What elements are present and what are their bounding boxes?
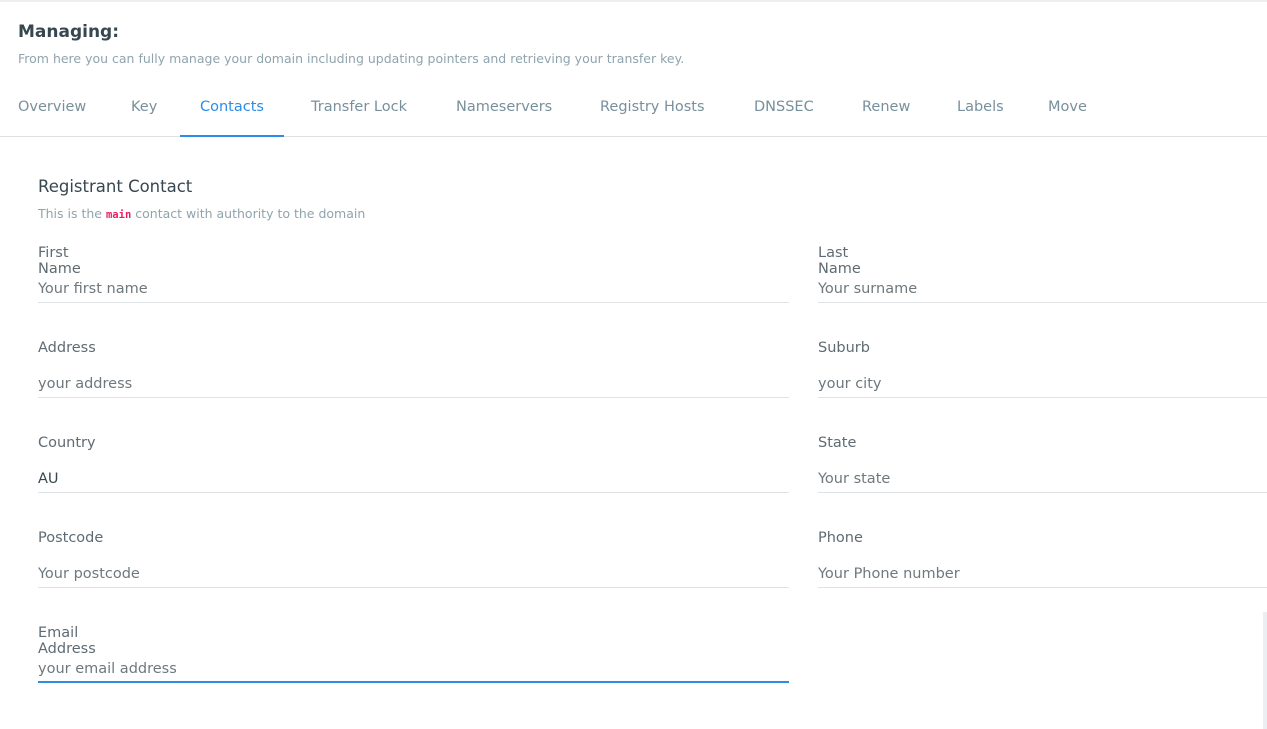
last-name-label: Last Name <box>818 245 861 277</box>
tab-nameservers[interactable]: Nameservers <box>456 86 552 136</box>
page-title: Managing: <box>18 22 120 42</box>
first-name-input[interactable] <box>38 276 789 303</box>
address-input[interactable] <box>38 371 789 398</box>
tab-dnssec[interactable]: DNSSEC <box>754 86 814 136</box>
phone-label: Phone <box>818 530 863 546</box>
state-label: State <box>818 435 857 451</box>
first-name-label: First Name <box>38 245 81 277</box>
section-subtitle-before: This is the <box>38 206 102 221</box>
last-name-input[interactable] <box>818 276 1267 303</box>
tab-bar: Overview Key Contacts Transfer Lock Name… <box>0 86 1267 137</box>
tab-labels[interactable]: Labels <box>957 86 1004 136</box>
postcode-input[interactable] <box>38 561 789 588</box>
tab-registry-hosts[interactable]: Registry Hosts <box>600 86 705 136</box>
tab-key[interactable]: Key <box>131 86 157 136</box>
tab-overview[interactable]: Overview <box>18 86 86 136</box>
country-input[interactable] <box>38 466 789 493</box>
page-subtitle: From here you can fully manage your doma… <box>18 51 685 66</box>
email-input[interactable] <box>38 656 789 683</box>
suburb-input[interactable] <box>818 371 1267 398</box>
state-input[interactable] <box>818 466 1267 493</box>
section-subtitle-after: contact with authority to the domain <box>135 206 366 221</box>
tab-move[interactable]: Move <box>1048 86 1087 136</box>
postcode-label: Postcode <box>38 530 104 546</box>
tab-renew[interactable]: Renew <box>862 86 910 136</box>
tab-transfer-lock[interactable]: Transfer Lock <box>311 86 407 136</box>
phone-input[interactable] <box>818 561 1267 588</box>
email-label: Email Address <box>38 625 96 657</box>
tab-contacts[interactable]: Contacts <box>180 86 284 137</box>
section-subtitle: This is the main contact with authority … <box>38 206 365 221</box>
address-label: Address <box>38 340 96 356</box>
suburb-label: Suburb <box>818 340 870 356</box>
main-code-tag: main <box>105 209 132 221</box>
country-label: Country <box>38 435 96 451</box>
section-title: Registrant Contact <box>38 177 193 196</box>
top-border <box>0 0 1267 2</box>
scrollbar[interactable] <box>1263 612 1267 729</box>
